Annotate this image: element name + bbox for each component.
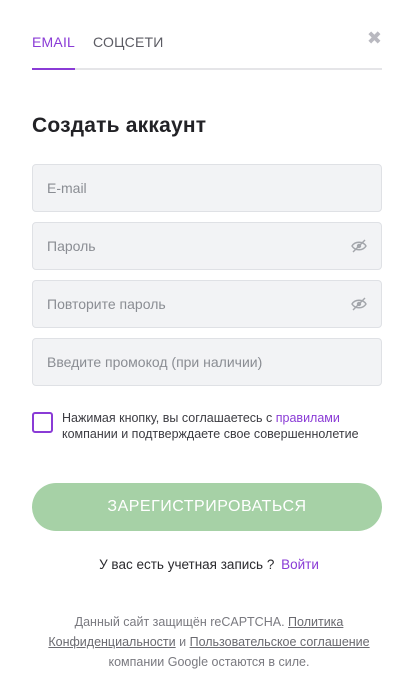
repeat-password-field-container: [32, 280, 382, 328]
active-tab-indicator: [32, 68, 75, 70]
password-field[interactable]: [33, 223, 381, 269]
consent-text-after: компании и подтверждаете свое совершенно…: [62, 426, 359, 441]
login-row: У вас есть учетная запись ? Войти: [0, 557, 418, 572]
consent-text-before: Нажимая кнопку, вы соглашаетесь с: [62, 411, 276, 425]
terms-link[interactable]: Пользовательское соглашение: [190, 635, 370, 649]
promo-field-container: [32, 338, 382, 386]
password-field-container: [32, 222, 382, 270]
recaptcha-and: и: [175, 635, 190, 649]
tab-email[interactable]: EMAIL: [32, 34, 75, 50]
register-button[interactable]: ЗАРЕГИСТРИРОВАТЬСЯ: [32, 483, 382, 531]
promo-code-field[interactable]: [33, 339, 381, 385]
repeat-password-field[interactable]: [33, 281, 381, 327]
login-prompt: У вас есть учетная запись ?: [99, 557, 275, 572]
recaptcha-notice: Данный сайт защищён reCAPTCHA. Политика …: [30, 612, 388, 672]
recaptcha-text-2: компании Google остаются в силе.: [108, 655, 310, 669]
eye-off-icon[interactable]: [351, 297, 367, 311]
tab-social[interactable]: СОЦСЕТИ: [93, 34, 164, 50]
rules-link[interactable]: правилами: [276, 411, 340, 425]
recaptcha-text-1: Данный сайт защищён reCAPTCHA.: [74, 615, 289, 629]
page-title: Создать аккаунт: [32, 114, 207, 137]
email-field[interactable]: [33, 165, 381, 211]
login-link[interactable]: Войти: [281, 557, 319, 572]
auth-tabs: EMAIL СОЦСЕТИ ✖: [32, 26, 382, 70]
consent-checkbox[interactable]: [32, 412, 53, 433]
close-icon[interactable]: ✖: [367, 29, 382, 47]
eye-off-icon[interactable]: [351, 239, 367, 253]
email-field-container: [32, 164, 382, 212]
consent-text: Нажимая кнопку, вы соглашаетесь с правил…: [62, 411, 382, 442]
